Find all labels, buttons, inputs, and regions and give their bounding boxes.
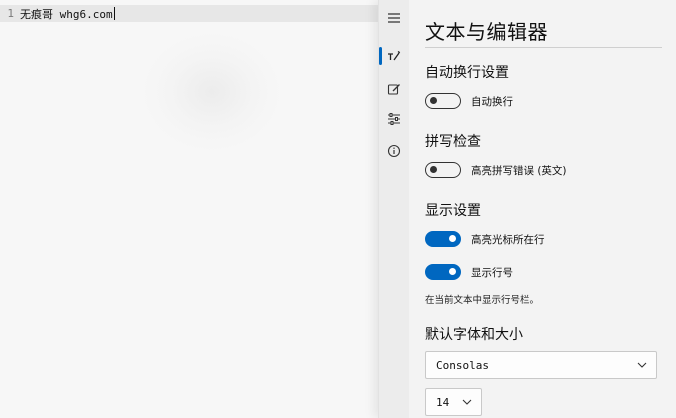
line-numbers-setting[interactable]: 显示行号 [425, 264, 513, 280]
font-size-value: 14 [436, 395, 450, 409]
info-icon [387, 144, 401, 158]
word-wrap-heading: 自动换行设置 [425, 65, 509, 81]
word-wrap-toggle[interactable] [425, 93, 461, 109]
line-numbers-toggle[interactable] [425, 264, 461, 280]
nav-about[interactable] [379, 139, 409, 163]
font-heading: 默认字体和大小 [425, 327, 523, 343]
page-title: 文本与编辑器 [425, 20, 548, 44]
line-text[interactable]: 无痕哥 whg6.com [20, 6, 113, 22]
edit-note-icon [387, 84, 400, 95]
highlight-line-setting[interactable]: 高亮光标所在行 [425, 231, 545, 247]
menu-button[interactable] [379, 6, 409, 30]
line-number: 1 [7, 7, 14, 20]
spell-check-setting[interactable]: 高亮拼写错误 (英文) [425, 162, 567, 178]
chevron-down-icon [462, 399, 472, 405]
font-family-value: Consolas [436, 358, 489, 372]
settings-panel: 文本与编辑器 自动换行设置 自动换行 拼写检查 高亮拼写错误 (英文) 显示设置… [378, 0, 676, 418]
highlight-line-label: 高亮光标所在行 [471, 233, 545, 246]
spell-check-toggle[interactable] [425, 162, 461, 178]
settings-nav-rail [379, 0, 409, 418]
font-family-select[interactable]: Consolas [425, 351, 657, 379]
title-divider [425, 47, 662, 48]
text-editor-area[interactable]: 1 无痕哥 whg6.com [0, 0, 378, 418]
chevron-down-icon [637, 362, 647, 368]
font-size-select[interactable]: 14 [425, 388, 482, 416]
sliders-icon [388, 113, 400, 125]
spell-check-heading: 拼写检查 [425, 134, 481, 150]
nav-text-editor[interactable] [379, 44, 409, 68]
spell-check-label: 高亮拼写错误 (英文) [471, 164, 567, 177]
word-wrap-label: 自动换行 [471, 95, 513, 108]
active-line[interactable]: 1 无痕哥 whg6.com [0, 5, 378, 22]
word-wrap-setting[interactable]: 自动换行 [425, 93, 513, 109]
hamburger-menu-icon [388, 13, 400, 23]
highlight-line-toggle[interactable] [425, 231, 461, 247]
nav-preferences[interactable] [379, 107, 409, 131]
line-numbers-label: 显示行号 [471, 266, 513, 279]
line-numbers-hint: 在当前文本中显示行号栏。 [425, 295, 540, 306]
text-caret [113, 7, 115, 20]
display-heading: 显示设置 [425, 203, 481, 219]
nav-edit[interactable] [379, 77, 409, 101]
text-editor-icon [388, 50, 401, 61]
